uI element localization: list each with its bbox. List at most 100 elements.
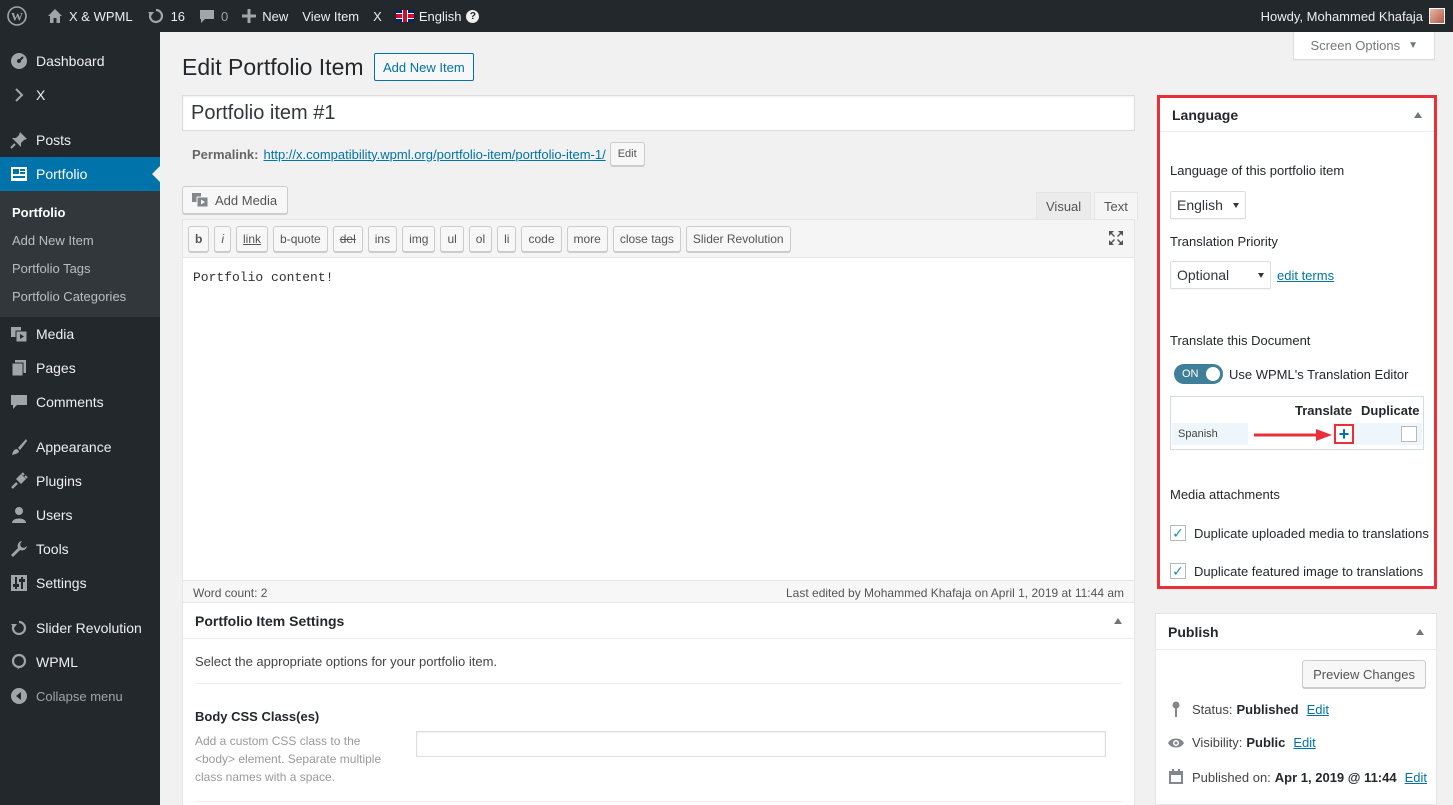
collapse-arrow-icon[interactable]	[1416, 628, 1424, 635]
add-new-item-button[interactable]: Add New Item	[374, 53, 474, 81]
qt-bold-button[interactable]: b	[188, 225, 210, 252]
submenu-portfolio-tags[interactable]: Portfolio Tags	[0, 254, 160, 282]
menu-portfolio[interactable]: Portfolio	[0, 157, 160, 191]
tab-visual[interactable]: Visual	[1036, 192, 1092, 220]
media-icon	[192, 193, 209, 208]
qt-close-tags-button[interactable]: close tags	[612, 225, 681, 252]
qt-del-button[interactable]: del	[332, 225, 363, 252]
add-translation-plus-icon[interactable]: +	[1334, 424, 1354, 444]
updates-link[interactable]: 16	[140, 0, 192, 32]
fullscreen-icon[interactable]	[1108, 230, 1124, 249]
wordpress-logo-icon[interactable]: W	[0, 0, 40, 32]
collapse-arrow-icon[interactable]	[1414, 111, 1422, 118]
menu-dashboard[interactable]: Dashboard	[0, 44, 160, 78]
qt-ul-button[interactable]: ul	[440, 225, 464, 252]
post-title-input[interactable]: Portfolio item #1	[182, 95, 1135, 131]
caret-down-icon	[1233, 202, 1239, 208]
dup-featured-option[interactable]: ✓ Duplicate featured image to translatio…	[1170, 562, 1423, 581]
screen-options-label: Screen Options	[1310, 38, 1401, 53]
menu-media[interactable]: Media	[0, 317, 160, 351]
submenu-add-new-item[interactable]: Add New Item	[0, 226, 160, 254]
portfolio-settings-header[interactable]: Portfolio Item Settings	[183, 603, 1134, 639]
howdy-text: Howdy, Mohammed Khafaja	[1260, 8, 1423, 24]
edit-visibility-link[interactable]: Edit	[1293, 735, 1315, 750]
qt-more-button[interactable]: more	[566, 225, 608, 252]
menu-label: Tools	[36, 541, 69, 557]
publish-box-header[interactable]: Publish	[1156, 614, 1436, 650]
new-content-link[interactable]: New	[235, 0, 295, 32]
menu-comments[interactable]: Comments	[0, 385, 160, 419]
menu-label: X	[36, 87, 46, 103]
menu-label: Posts	[36, 132, 72, 148]
dup-media-option[interactable]: ✓ Duplicate uploaded media to translatio…	[1170, 524, 1430, 543]
menu-settings[interactable]: Settings	[0, 566, 160, 600]
pages-icon	[9, 358, 29, 378]
qt-link-button[interactable]: link	[236, 225, 269, 252]
portfolio-submenu: Portfolio Add New Item Portfolio Tags Po…	[0, 191, 160, 317]
publish-box-title: Publish	[1168, 623, 1219, 640]
qt-li-button[interactable]: li	[497, 225, 517, 252]
language-switcher[interactable]: English ?	[389, 0, 487, 32]
permalink-link[interactable]: http://x.compatibility.wpml.org/portfoli…	[263, 147, 605, 162]
my-account-link[interactable]: Howdy, Mohammed Khafaja	[1261, 0, 1445, 32]
page-title: Edit Portfolio Item	[182, 54, 364, 80]
updates-icon	[147, 8, 163, 24]
priority-select[interactable]: Optional	[1170, 261, 1271, 289]
language-select[interactable]: English	[1170, 191, 1246, 219]
permalink-base: http://x.compatibility.wpml.org/portfoli…	[263, 146, 516, 162]
add-media-button[interactable]: Add Media	[182, 186, 289, 214]
menu-label: Media	[36, 326, 75, 342]
menu-posts[interactable]: Posts	[0, 123, 160, 157]
edit-status-link[interactable]: Edit	[1307, 702, 1329, 717]
menu-pages[interactable]: Pages	[0, 351, 160, 385]
permalink-label: Permalink:	[192, 146, 259, 162]
duplicate-checkbox[interactable]	[1401, 426, 1417, 442]
menu-plugins[interactable]: Plugins	[0, 464, 160, 498]
checkbox-checked-icon[interactable]: ✓	[1170, 525, 1186, 541]
comments-link[interactable]: 0	[192, 0, 235, 32]
view-item-link[interactable]: View Item	[295, 0, 366, 32]
qt-ins-button[interactable]: ins	[367, 225, 398, 252]
preview-changes-button[interactable]: Preview Changes	[1302, 660, 1426, 688]
menu-wpml[interactable]: WPML	[0, 645, 160, 679]
edit-date-link[interactable]: Edit	[1405, 770, 1427, 785]
visibility-value: Public	[1246, 735, 1286, 750]
edit-permalink-button[interactable]: Edit	[609, 142, 645, 166]
site-name: X & WPML	[69, 8, 133, 24]
menu-users[interactable]: Users	[0, 498, 160, 532]
qt-slider-revolution-button[interactable]: Slider Revolution	[685, 225, 791, 252]
menu-x[interactable]: X	[0, 78, 160, 112]
collapse-menu-button[interactable]: Collapse menu	[0, 679, 160, 713]
qt-code-button[interactable]: code	[521, 225, 562, 252]
comment-bubble-icon	[200, 10, 215, 23]
submenu-portfolio-categories[interactable]: Portfolio Categories	[0, 282, 160, 310]
text-editor: b i link b-quote del ins img ul ol li co…	[182, 219, 1135, 581]
menu-tools[interactable]: Tools	[0, 532, 160, 566]
body-css-input[interactable]	[416, 731, 1106, 757]
screen-options-button[interactable]: Screen Options ▼	[1293, 32, 1435, 60]
qt-blockquote-button[interactable]: b-quote	[273, 225, 328, 252]
x-theme-link[interactable]: X	[366, 0, 389, 32]
published-on-row: Published on: Apr 1, 2019 @ 11:44 Edit	[1166, 769, 1427, 785]
tab-text[interactable]: Text	[1094, 192, 1138, 220]
edit-terms-link[interactable]: edit terms	[1277, 268, 1334, 283]
updates-count: 16	[170, 8, 186, 24]
menu-label: Settings	[36, 575, 87, 591]
qt-img-button[interactable]: img	[402, 225, 436, 252]
content-textarea[interactable]: Portfolio content!	[183, 258, 1134, 297]
language-box-header[interactable]: Language	[1160, 98, 1434, 132]
menu-appearance[interactable]: Appearance	[0, 430, 160, 464]
qt-ol-button[interactable]: ol	[468, 225, 493, 252]
portfolio-settings-title: Portfolio Item Settings	[195, 612, 345, 629]
checkbox-checked-icon[interactable]: ✓	[1170, 563, 1186, 579]
submenu-portfolio[interactable]: Portfolio	[0, 198, 160, 226]
translation-editor-toggle[interactable]: ON	[1174, 364, 1223, 384]
dashboard-icon	[9, 51, 29, 71]
publish-meta-box: Publish Preview Changes Status: Publishe…	[1155, 613, 1437, 805]
site-name-link[interactable]: X & WPML	[40, 0, 140, 32]
qt-italic-button[interactable]: i	[214, 225, 232, 252]
col-duplicate-header: Duplicate	[1361, 403, 1420, 418]
collapse-arrow-icon[interactable]	[1114, 617, 1122, 624]
menu-slider-revolution[interactable]: Slider Revolution	[0, 611, 160, 645]
toggle-state: ON	[1182, 368, 1199, 380]
